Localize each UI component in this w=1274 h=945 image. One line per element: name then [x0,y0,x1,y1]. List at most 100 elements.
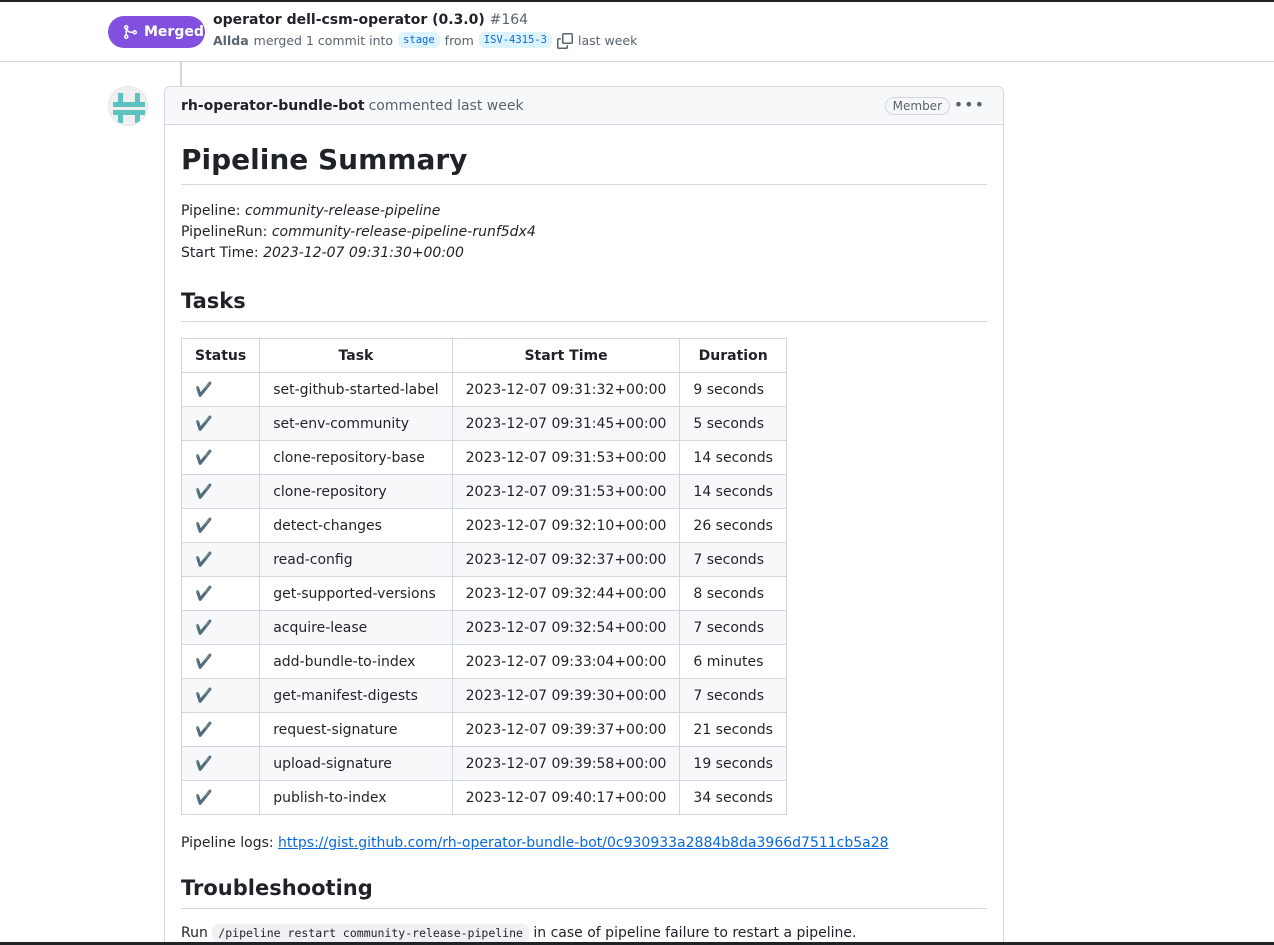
merged-label: Merged [144,24,204,40]
table-row: ✔️ detect-changes 2023-12-07 09:32:10+00:0… [180,508,787,543]
pipeline-value: community-release-pipeline [244,203,441,219]
copy-icon[interactable] [556,32,573,49]
start-time-line: Start Time: 2023-12-07 09:31:30+00:00 [181,243,987,264]
pipeline-logs-label: Pipeline logs: [181,835,279,851]
base-branch[interactable]: stage [398,32,440,49]
task-cell: set-env-community [259,406,453,441]
comment-header: rh-operator-bundle-bot commented last we… [165,87,1003,125]
duration-cell: 7 seconds [679,678,787,713]
table-row: ✔️ request-signature 2023-12-07 09:39:37+0… [180,712,787,747]
column-header-task: Task [259,338,453,373]
table-row: ✔️ set-env-community 2023-12-07 09:31:45+0… [180,406,787,441]
start-time-value: 2023-12-07 09:31:30+00:00 [263,245,464,261]
pipelinerun-value: community-release-pipeline-runf5dx4 [271,224,536,240]
pr-number: #164 [489,12,529,28]
table-row: ✔️ clone-repository-base 2023-12-07 09:31:… [180,440,787,475]
duration-cell: 21 seconds [679,712,787,747]
tasks-table: Status Task Start Time Duration ✔️ set-gi… [180,338,787,815]
pipeline-label: Pipeline: [181,203,245,219]
run-prefix: Run [181,925,213,941]
status-cell: ✔️ [180,712,261,747]
duration-cell: 14 seconds [679,440,787,475]
tasks-heading: Tasks [181,289,987,322]
duration-cell: 8 seconds [679,576,787,611]
table-row: ✔️ upload-signature 2023-12-07 09:39:58+00… [180,746,787,781]
task-cell: clone-repository [259,474,453,509]
pipeline-summary-heading: Pipeline Summary [181,143,987,185]
start-time-cell: 2023-12-07 09:39:37+00:00 [451,712,681,747]
status-cell: ✔️ [180,576,261,611]
member-badge: Member [884,97,950,115]
tasks-table-body: ✔️ set-github-started-label 2023-12-07 09:… [180,372,787,815]
pipeline-logs-line: Pipeline logs: https://gist.github.com/r… [181,835,987,851]
start-time-cell: 2023-12-07 09:32:10+00:00 [451,508,681,543]
table-row: ✔️ get-manifest-digests 2023-12-07 09:39:3… [180,678,787,713]
bot-avatar[interactable] [108,86,148,126]
comment-meta[interactable]: commented last week [369,98,524,114]
task-cell: clone-repository-base [259,440,453,475]
start-time-label: Start Time: [181,245,264,261]
troubleshooting-heading: Troubleshooting [181,876,987,909]
status-cell: ✔️ [180,440,261,475]
task-cell: acquire-lease [259,610,453,645]
task-cell: detect-changes [259,508,453,543]
table-row: ✔️ add-bundle-to-index 2023-12-07 09:33:04… [180,644,787,679]
start-time-cell: 2023-12-07 09:31:45+00:00 [451,406,681,441]
duration-cell: 19 seconds [679,746,787,781]
status-cell: ✔️ [180,780,261,815]
status-cell: ✔️ [180,678,261,713]
pr-header: Merged operator dell-csm-operator (0.3.0… [0,2,1274,62]
duration-cell: 7 seconds [679,610,787,645]
status-cell: ✔️ [180,644,261,679]
table-row: ✔️ read-config 2023-12-07 09:32:37+00:00 7 … [180,542,787,577]
status-cell: ✔️ [180,610,261,645]
head-branch[interactable]: ISV-4315-3 [478,32,552,49]
pipeline-logs-link[interactable]: https://gist.github.com/rh-operator-bund… [278,835,889,851]
table-header-row: Status Task Start Time Duration [180,338,787,373]
duration-cell: 5 seconds [679,406,787,441]
start-time-cell: 2023-12-07 09:33:04+00:00 [451,644,681,679]
duration-cell: 26 seconds [679,508,787,543]
task-cell: read-config [259,542,453,577]
start-time-cell: 2023-12-07 09:39:58+00:00 [451,746,681,781]
table-row: ✔️ set-github-started-label 2023-12-07 09:… [180,372,787,407]
start-time-cell: 2023-12-07 09:31:53+00:00 [451,474,681,509]
merged-status-badge: Merged [108,16,205,48]
task-cell: set-github-started-label [259,372,453,407]
duration-cell: 9 seconds [679,372,787,407]
start-time-cell: 2023-12-07 09:39:30+00:00 [451,678,681,713]
start-time-cell: 2023-12-07 09:32:44+00:00 [451,576,681,611]
pr-author-link[interactable]: Allda [213,33,249,48]
pr-time: last week [577,32,638,48]
start-time-cell: 2023-12-07 09:31:32+00:00 [451,372,681,407]
merged-text: merged 1 commit into [253,32,394,48]
status-cell: ✔️ [180,508,261,543]
restart-command: /pipeline restart community-release-pipe… [212,924,529,942]
git-merge-icon [124,25,138,39]
column-header-duration: Duration [679,338,787,373]
duration-cell: 14 seconds [679,474,787,509]
task-cell: upload-signature [259,746,453,781]
task-cell: publish-to-index [259,780,453,815]
kebab-menu-icon[interactable]: ••• [954,95,985,114]
status-cell: ✔️ [180,372,261,407]
column-header-status: Status [180,338,261,373]
status-cell: ✔️ [180,746,261,781]
task-cell: request-signature [259,712,453,747]
troubleshooting-text: Run /pipeline restart community-release-… [181,924,987,942]
task-cell: get-manifest-digests [259,678,453,713]
from-text: from [444,32,474,48]
duration-cell: 34 seconds [679,780,787,815]
pipelinerun-label: PipelineRun: [181,224,272,240]
table-row: ✔️ clone-repository 2023-12-07 09:31:53+00… [180,474,787,509]
pipeline-line: Pipeline: community-release-pipeline [181,201,987,222]
start-time-cell: 2023-12-07 09:40:17+00:00 [451,780,681,815]
pr-title: operator dell-csm-operator (0.3.0) #164 [213,12,528,28]
pr-title-text: operator dell-csm-operator (0.3.0) [213,12,485,28]
comment-author-link[interactable]: rh-operator-bundle-bot [181,98,365,114]
start-time-cell: 2023-12-07 09:32:54+00:00 [451,610,681,645]
table-row: ✔️ publish-to-index 2023-12-07 09:40:17+00… [180,780,787,815]
status-cell: ✔️ [180,542,261,577]
task-cell: add-bundle-to-index [259,644,453,679]
column-header-start-time: Start Time [451,338,681,373]
